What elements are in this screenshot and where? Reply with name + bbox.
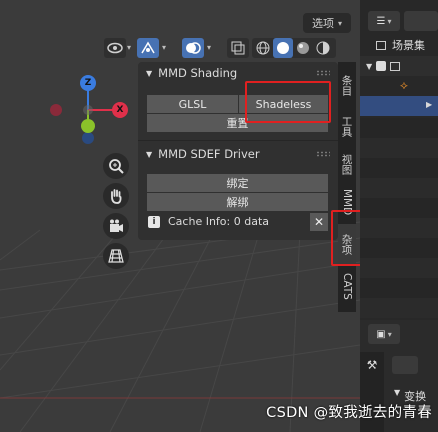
search-input[interactable] bbox=[404, 11, 438, 31]
glsl-button[interactable]: GLSL bbox=[147, 95, 238, 113]
chevron-down-icon[interactable]: ▾ bbox=[127, 43, 131, 52]
editor-type-dropdown[interactable]: ☰ ▾ bbox=[368, 11, 400, 31]
expand-triangle-icon: ▼ bbox=[146, 68, 153, 78]
drag-grip-icon[interactable] bbox=[316, 151, 330, 157]
tab-item-label: 条目 bbox=[340, 74, 353, 96]
scene-collection-row[interactable]: 场景集 bbox=[360, 36, 438, 54]
checkbox-icon[interactable] bbox=[376, 61, 387, 71]
right-editor-area: ☰ ▾ 场景集 ▼ ⟡ ▶ ▣ ▾ ⚒ ▼ 变换 bbox=[360, 0, 438, 432]
tab-tool[interactable]: 工具 bbox=[338, 108, 356, 144]
mmd-shading-title: MMD Shading bbox=[158, 66, 238, 80]
tab-view[interactable]: 视图 bbox=[338, 146, 356, 182]
chevron-down-icon[interactable]: ▾ bbox=[207, 43, 211, 52]
chevron-down-icon: ▾ bbox=[387, 329, 392, 339]
tab-view-label: 视图 bbox=[340, 153, 353, 175]
options-dropdown[interactable]: 选项 ▾ bbox=[303, 13, 351, 33]
selected-outliner-row[interactable]: ▶ bbox=[360, 96, 438, 116]
wireframe-icon[interactable] bbox=[253, 38, 273, 58]
drag-grip-icon[interactable] bbox=[316, 70, 330, 76]
grid-icon[interactable] bbox=[103, 243, 129, 269]
rendered-icon[interactable] bbox=[313, 38, 333, 58]
eye-icon[interactable] bbox=[104, 38, 126, 58]
tab-item[interactable]: 条目 bbox=[338, 66, 356, 104]
info-icon: i bbox=[148, 215, 160, 228]
sidebar-tabs: 条目 工具 视图 MMD 杂项 CATS bbox=[338, 62, 356, 312]
close-icon[interactable]: ✕ bbox=[310, 213, 328, 231]
unbind-label: 解绑 bbox=[226, 196, 249, 209]
options-label: 选项 bbox=[311, 17, 334, 30]
collection-row[interactable]: ▼ bbox=[360, 56, 438, 76]
chevron-down-icon: ▾ bbox=[387, 16, 392, 26]
xray-icon[interactable] bbox=[227, 38, 249, 58]
scene-collection-label: 场景集 bbox=[392, 39, 425, 52]
camera-icon[interactable] bbox=[103, 213, 129, 239]
axis-z-label: Z bbox=[84, 78, 92, 88]
object-data-icon[interactable] bbox=[392, 356, 418, 374]
cache-info-text: Cache Info: 0 data bbox=[168, 215, 269, 228]
highlight-box-misc-tab bbox=[331, 210, 360, 266]
watermark: CSDN @致我逝去的青春 bbox=[266, 405, 432, 421]
collection-icon bbox=[390, 61, 401, 71]
glsl-label: GLSL bbox=[178, 97, 207, 111]
armature-icon: ⟡ bbox=[400, 78, 408, 92]
unbind-button[interactable]: 解绑 bbox=[147, 193, 328, 211]
expand-triangle-icon: ▼ bbox=[366, 61, 373, 71]
highlight-box-shadeless bbox=[245, 81, 331, 123]
chevron-down-icon: ▾ bbox=[337, 18, 342, 28]
outliner-icon: ☰ bbox=[376, 15, 386, 27]
tab-cats-label: CATS bbox=[341, 272, 353, 300]
overlay-icon[interactable] bbox=[182, 38, 204, 58]
axis-x-label: X bbox=[116, 105, 124, 115]
axis-z-handle[interactable]: Z bbox=[80, 75, 96, 91]
expand-triangle-icon: ▶ bbox=[426, 100, 433, 109]
collection-icon bbox=[376, 40, 386, 50]
zoom-icon[interactable] bbox=[103, 153, 129, 179]
expand-triangle-icon: ▼ bbox=[146, 149, 153, 159]
tab-cats[interactable]: CATS bbox=[338, 266, 356, 306]
axis-y-handle[interactable]: Y bbox=[81, 119, 95, 133]
divider bbox=[138, 140, 338, 141]
properties-icon: ▣ bbox=[376, 328, 386, 340]
bind-label: 绑定 bbox=[226, 177, 249, 190]
mmd-sdef-title: MMD SDEF Driver bbox=[158, 147, 260, 161]
chevron-down-icon[interactable]: ▾ bbox=[162, 43, 166, 52]
hand-icon[interactable] bbox=[103, 183, 129, 209]
axis-x-handle[interactable]: X bbox=[112, 102, 128, 118]
mmd-sdef-header[interactable]: ▼ MMD SDEF Driver bbox=[138, 143, 338, 165]
gizmo-icon[interactable] bbox=[137, 38, 159, 58]
cache-info-row: i Cache Info: 0 data bbox=[148, 215, 269, 228]
solid-icon[interactable] bbox=[273, 38, 293, 58]
outliner-empty-rows bbox=[360, 118, 438, 318]
material-preview-icon[interactable] bbox=[293, 38, 313, 58]
properties-type-dropdown[interactable]: ▣ ▾ bbox=[368, 324, 400, 344]
tab-tool-label: 工具 bbox=[340, 115, 353, 137]
bind-button[interactable]: 绑定 bbox=[147, 174, 328, 192]
3d-viewport[interactable]: 选项 ▾ ▾ ▾ ▾ Z X Y bbox=[0, 0, 360, 432]
tool-settings-icon[interactable]: ⚒ bbox=[363, 358, 381, 376]
